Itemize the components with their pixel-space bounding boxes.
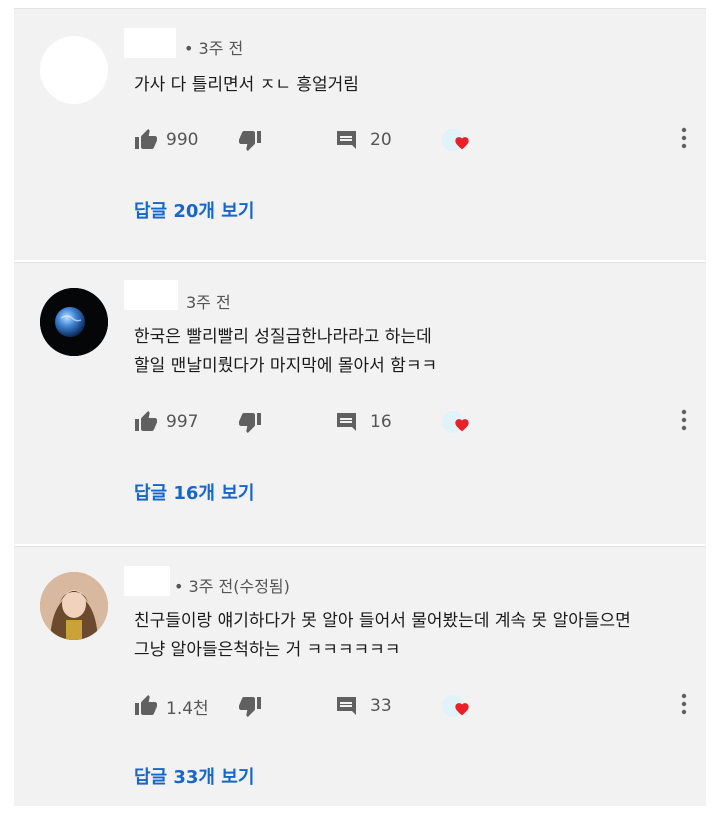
view-replies-link[interactable]: 답글 16개 보기 (134, 479, 254, 505)
comment-text: 친구들이랑 얘기하다가 못 알아 들어서 물어봤는데 계속 못 알아들으면 그냥… (134, 607, 631, 665)
more-options-button[interactable] (674, 691, 694, 721)
reply-button[interactable]: 16 (334, 407, 392, 437)
view-replies-link[interactable]: 답글 20개 보기 (134, 197, 254, 223)
thumbs-down-icon (238, 694, 262, 718)
comment-feed: • 3주 전 가사 다 틀리면서 ㅈㄴ 흥얼거림 990 20 답글 20개 보… (0, 0, 712, 823)
comment-line: 할일 맨날미뤘다가 마지막에 몰아서 함ㅋㅋ (134, 356, 438, 376)
comment-line: 친구들이랑 얘기하다가 못 알아 들어서 물어봤는데 계속 못 알아들으면 (134, 611, 631, 631)
comment-card: • 3주 전 가사 다 틀리면서 ㅈㄴ 흥얼거림 990 20 답글 20개 보… (14, 8, 706, 260)
thumbs-down-icon (238, 128, 262, 152)
more-vert-icon (681, 127, 687, 153)
comment-timestamp: 3주 전 (186, 293, 231, 312)
avatar[interactable] (40, 36, 108, 104)
comment-actions: 997 16 (134, 407, 694, 437)
comment-timestamp: • 3주 전 (184, 39, 244, 58)
reply-count: 33 (370, 696, 392, 716)
creator-heart (440, 691, 474, 721)
dislike-button[interactable] (238, 407, 262, 437)
thumbs-down-icon (238, 410, 262, 434)
comment-actions: 1.4천 33 (134, 691, 694, 721)
like-button[interactable]: 1.4천 (134, 691, 209, 721)
thumbs-up-icon (134, 128, 158, 152)
creator-heart-icon (440, 691, 474, 721)
comment-icon (334, 128, 358, 152)
creator-heart-icon (440, 125, 474, 155)
reply-button[interactable]: 20 (334, 125, 392, 155)
avatar[interactable] (40, 288, 108, 356)
more-options-button[interactable] (674, 125, 694, 155)
creator-heart-icon (440, 407, 474, 437)
planet-image (40, 288, 108, 356)
thumbs-up-icon (134, 694, 158, 718)
profile-photo (40, 572, 108, 640)
dislike-button[interactable] (238, 691, 262, 721)
like-button[interactable]: 997 (134, 407, 198, 437)
more-vert-icon (681, 693, 687, 719)
comment-icon (334, 410, 358, 434)
view-replies-link[interactable]: 답글 33개 보기 (134, 763, 254, 789)
comment-icon (334, 694, 358, 718)
like-count: 990 (166, 130, 199, 150)
comment-card: • 3주 전(수정됨) 친구들이랑 얘기하다가 못 알아 들어서 물어봤는데 계… (14, 546, 706, 806)
comment-line: 가사 다 틀리면서 ㅈㄴ 흥얼거림 (134, 75, 359, 95)
avatar[interactable] (40, 572, 108, 640)
creator-heart (440, 407, 474, 437)
author-name-redacted[interactable] (124, 280, 178, 310)
comment-actions: 990 20 (134, 125, 694, 155)
dislike-button[interactable] (238, 125, 262, 155)
reply-count: 20 (370, 130, 392, 150)
author-name-redacted[interactable] (124, 28, 176, 58)
author-name-redacted[interactable] (124, 566, 170, 596)
like-button[interactable]: 990 (134, 125, 198, 155)
reply-button[interactable]: 33 (334, 691, 392, 721)
reply-count: 16 (370, 412, 392, 432)
comment-text: 한국은 빨리빨리 성질급한나라라고 하는데 할일 맨날미뤘다가 마지막에 몰아서… (134, 323, 437, 381)
thumbs-up-icon (134, 410, 158, 434)
creator-heart (440, 125, 474, 155)
more-vert-icon (681, 409, 687, 435)
comment-text: 가사 다 틀리면서 ㅈㄴ 흥얼거림 (134, 71, 359, 100)
comment-card: 3주 전 한국은 빨리빨리 성질급한나라라고 하는데 할일 맨날미뤘다가 마지막… (14, 262, 706, 544)
comment-line: 그냥 알아들은척하는 거 ㅋㅋㅋㅋㅋㅋ (134, 640, 401, 660)
more-options-button[interactable] (674, 407, 694, 437)
comment-line: 한국은 빨리빨리 성질급한나라라고 하는데 (134, 327, 432, 347)
comment-timestamp: • 3주 전(수정됨) (174, 577, 290, 596)
like-count: 1.4천 (166, 698, 209, 719)
like-count: 997 (166, 412, 199, 432)
